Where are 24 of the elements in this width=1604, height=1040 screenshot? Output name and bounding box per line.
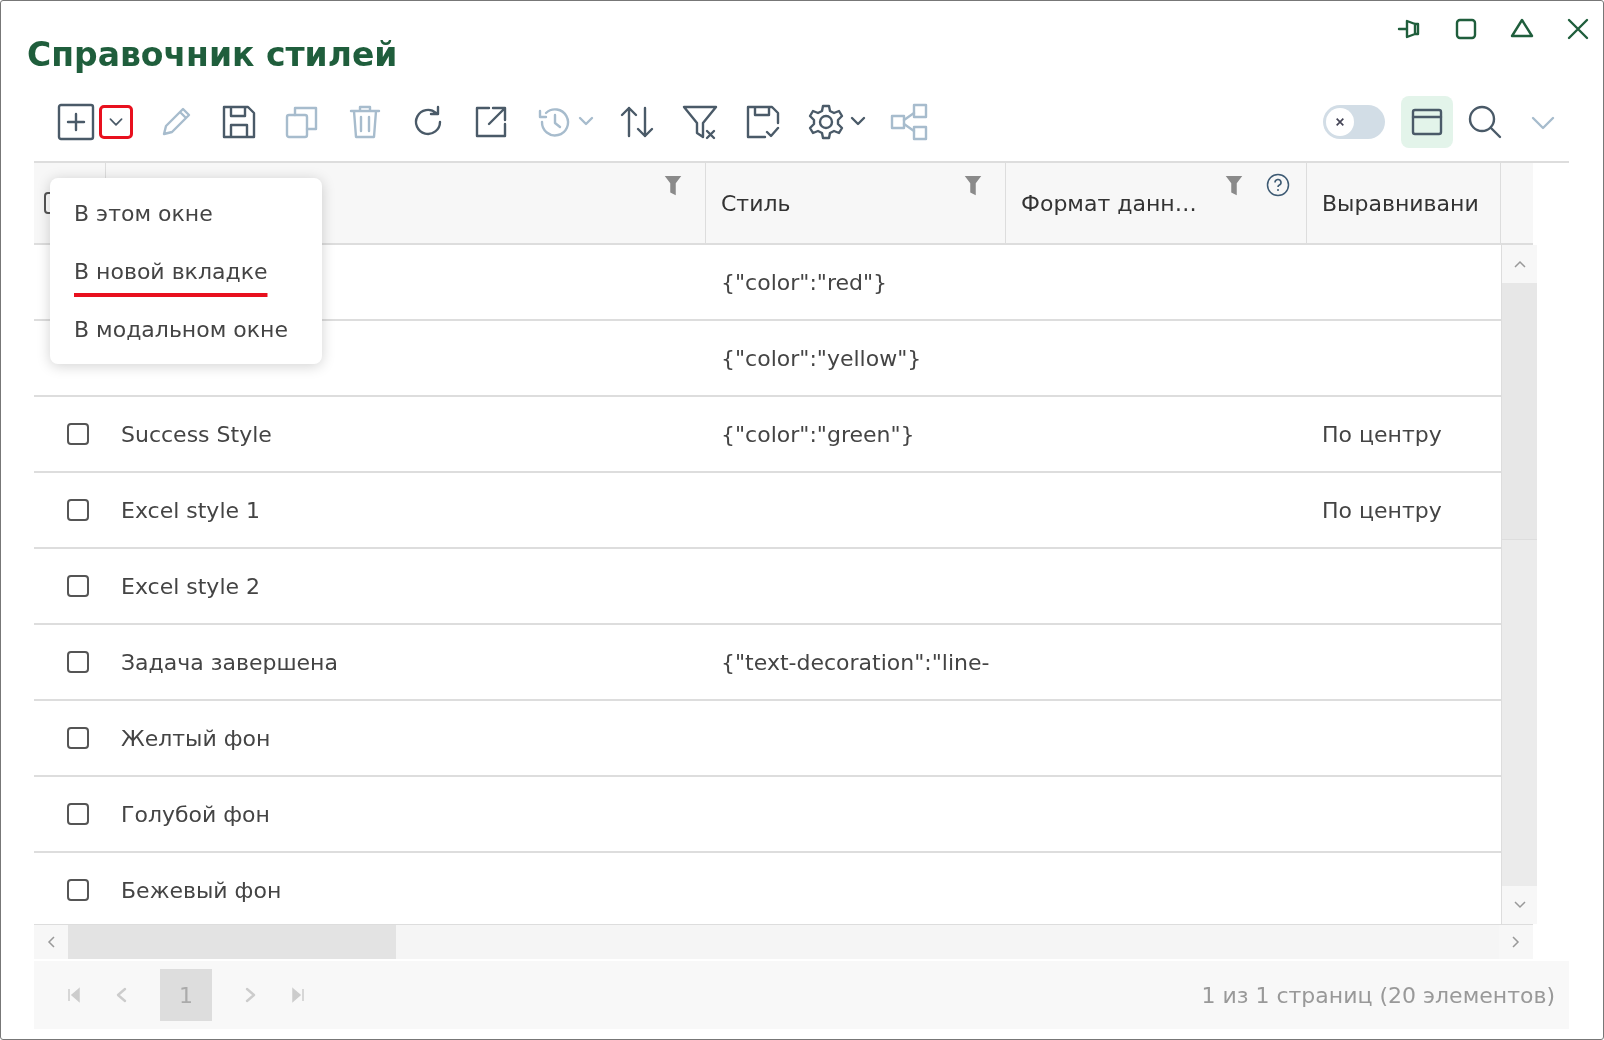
- window-title: Справочник стилей: [27, 35, 398, 74]
- table-cell: {"color":"yellow"}: [721, 345, 922, 371]
- table-cell: {"color":"green"}: [721, 421, 915, 447]
- menu-item[interactable]: В этом окне: [50, 184, 322, 242]
- table-cell: {"color":"red"}: [721, 269, 888, 295]
- column-header[interactable]: Формат данн…: [1006, 163, 1307, 243]
- table-cell: Желтый фон: [121, 725, 271, 751]
- table-cell: Задача завершена: [121, 649, 338, 675]
- header-label: Выравнивани: [1322, 190, 1479, 216]
- column-header[interactable]: Выравнивани: [1307, 163, 1501, 243]
- header-label: Формат данн…: [1021, 190, 1197, 216]
- table-cell: По центру: [1322, 497, 1442, 523]
- table-cell: Excel style 1: [121, 497, 260, 523]
- table-cell: Бежевый фон: [121, 877, 282, 903]
- menu-item[interactable]: В модальном окне: [50, 300, 322, 358]
- page-summary: 1 из 1 страниц (20 элементов): [1201, 982, 1556, 1008]
- table-cell: По центру: [1322, 421, 1442, 447]
- table-cell: Excel style 2: [121, 573, 260, 599]
- column-header[interactable]: Стиль: [706, 163, 1006, 243]
- table-cell: {"text-decoration":"line-: [721, 649, 990, 675]
- header-label: Стиль: [721, 190, 791, 216]
- table-cell: Success Style: [121, 421, 272, 447]
- menu-item[interactable]: В новой вкладке: [50, 242, 322, 300]
- table-cell: Голубой фон: [121, 801, 270, 827]
